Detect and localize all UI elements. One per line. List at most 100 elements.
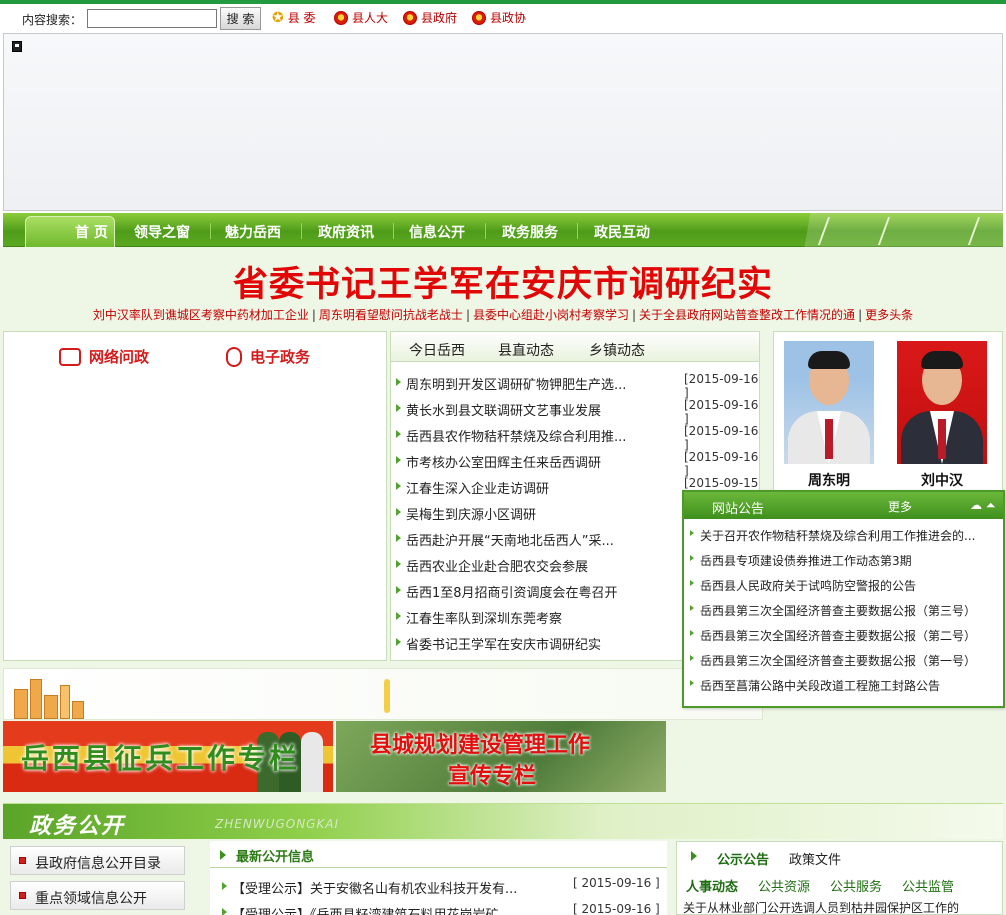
news-item-date: [2015-09-16 ] <box>684 372 759 400</box>
more-headlines-link[interactable]: 更多头条 <box>865 308 913 322</box>
tab-county-departments[interactable]: 县直动态 <box>498 340 554 360</box>
building-illustration <box>72 701 84 719</box>
notice-item-title: 关于召开农作物秸秆禁烧及综合利用工作推进会的... <box>700 529 976 543</box>
news-item[interactable]: 岳西县农作物秸秆禁烧及综合利用推... [2015-09-16 ] <box>391 424 759 452</box>
leader-name[interactable]: 周东明 <box>784 470 874 490</box>
link-county-cppcc-label: 县政协 <box>490 11 527 25</box>
tab-personnel[interactable]: 人事动态 <box>686 876 738 895</box>
sub-headline-link[interactable]: 周东明看望慰问抗战老战士 <box>319 308 463 322</box>
nav-charm-yuexi[interactable]: 魅力岳西 <box>225 222 281 242</box>
urban-planning-banner[interactable]: 县城规划建设管理工作 宣传专栏 <box>336 721 666 792</box>
announcements-panel: 公示公告 政策文件 人事动态 公共资源 公共服务 公共监管 关于从林业部门公开选… <box>676 841 1003 915</box>
arrow-bullet-icon <box>690 555 694 561</box>
arrow-bullet-icon <box>690 580 694 586</box>
leader-photo[interactable] <box>784 341 874 464</box>
search-button[interactable]: 搜 索 <box>220 7 261 30</box>
sub-headline-link[interactable]: 关于全县政府网站普查整改工作情况的通 <box>639 308 855 322</box>
news-item-title: 江春生深入企业走访调研 <box>406 482 550 497</box>
nav-gov-services[interactable]: 政务服务 <box>502 222 558 242</box>
main-nav: 首 页 领导之窗 魅力岳西 政府资讯 信息公开 政务服务 政民互动 <box>3 213 1003 247</box>
list-item[interactable]: 【受理公示】《岳西县籽湾建筑石料用花岗岩矿... [ 2015-09-16 ] <box>210 902 667 915</box>
online-inquiry-link[interactable]: 网络问政 <box>59 346 149 367</box>
arrow-bullet-icon <box>396 586 401 594</box>
tab-policy-documents[interactable]: 政策文件 <box>789 849 841 868</box>
link-county-government[interactable]: 县政府 <box>403 9 457 26</box>
nav-divider <box>210 223 211 239</box>
cloud-icon: ☁ ⏶ <box>970 498 996 512</box>
news-item[interactable]: 黄长水到县文联调研文艺事业发展 [2015-09-16 ] <box>391 398 759 426</box>
tab-public-resources[interactable]: 公共资源 <box>758 876 810 895</box>
e-government-link[interactable]: 电子政务 <box>226 346 310 367</box>
tab-public-notices[interactable]: 公示公告 <box>717 849 769 868</box>
news-item-title: 蒋泽球到岳西指导渔业生产工作 <box>406 660 651 661</box>
nav-divider <box>485 223 486 239</box>
nav-info-disclosure[interactable]: 信息公开 <box>409 222 465 242</box>
notice-item[interactable]: 岳西县人民政府关于试鸣防空警报的公告 <box>684 574 1003 599</box>
sub-headline-link[interactable]: 刘中汉率队到谯城区考察中药材加工企业 <box>93 308 309 322</box>
online-inquiry-label: 网络问政 <box>89 348 150 366</box>
tab-today-yuexi[interactable]: 今日岳西 <box>409 340 465 360</box>
tab-township-news[interactable]: 乡镇动态 <box>589 340 645 360</box>
announcement-item[interactable]: 关于从林业部门公开选调人员到枯井园保护区工作的 <box>683 899 998 915</box>
arrow-bullet-icon <box>396 404 401 412</box>
pinwheel-icon <box>366 675 406 715</box>
nav-home[interactable]: 首 页 <box>75 222 108 242</box>
arrow-bullet-icon <box>396 638 401 646</box>
arrow-bullet-icon <box>690 680 694 686</box>
e-government-label: 电子政务 <box>250 348 311 366</box>
notice-more-link[interactable]: 更多 <box>888 498 912 515</box>
play-arrow-icon <box>220 850 226 860</box>
building-illustration <box>14 689 28 719</box>
news-item-title: 黄长水到县文联调研文艺事业发展 <box>406 404 602 419</box>
link-county-committee-label: 县 委 <box>287 11 316 25</box>
nav-interaction[interactable]: 政民互动 <box>594 222 650 242</box>
notice-item[interactable]: 岳西县第三次全国经济普查主要数据公报（第二号） <box>684 624 1003 649</box>
news-item-title: 岳西1至8月招商引资调度会在粤召开 <box>406 586 618 601</box>
sub-headline-link[interactable]: 县委中心组赴小岗村考察学习 <box>473 308 629 322</box>
tab-public-supervision[interactable]: 公共监管 <box>902 876 954 895</box>
photo-tie <box>938 419 946 459</box>
arrow-bullet-icon <box>396 456 401 464</box>
link-county-government-label: 县政府 <box>421 11 458 25</box>
cppcc-emblem-icon <box>472 10 486 25</box>
notice-item[interactable]: 岳西至菖蒲公路中关段改道工程施工封路公告 <box>684 674 1003 699</box>
national-emblem-icon <box>334 10 348 25</box>
leader-photo[interactable] <box>897 341 987 464</box>
tab-public-services[interactable]: 公共服务 <box>830 876 882 895</box>
link-county-congress-label: 县人大 <box>352 11 389 25</box>
arrow-bullet-icon <box>396 508 401 516</box>
notice-item[interactable]: 关于召开农作物秸秆禁烧及综合利用工作推进会的... <box>684 524 1003 549</box>
news-item[interactable]: 周东明到开发区调研矿物钾肥生产选... [2015-09-16 ] <box>391 372 759 400</box>
decoration-strip <box>3 668 763 720</box>
notice-item-title: 岳西至菖蒲公路中关段改道工程施工封路公告 <box>700 679 941 693</box>
list-item[interactable]: 【受理公示】关于安徽名山有机农业科技开发有... [ 2015-09-16 ] <box>210 876 667 900</box>
key-areas-label: 重点领域信息公开 <box>35 891 147 907</box>
arrow-bullet-icon <box>690 605 694 611</box>
link-county-congress[interactable]: 县人大 <box>334 9 388 26</box>
gov-affairs-pinyin: ZHENWUGONGKAI <box>215 817 340 831</box>
site-notice-panel: 网站公告 更多 ☁ ⏶ 关于召开农作物秸秆禁烧及综合利用工作推进会的... 岳西县… <box>682 490 1005 708</box>
key-areas-button[interactable]: 重点领域信息公开 <box>10 881 185 910</box>
link-county-cppcc[interactable]: 县政协 <box>472 9 526 26</box>
plugin-placeholder-icon <box>12 41 22 52</box>
nav-gov-news[interactable]: 政府资讯 <box>318 222 374 242</box>
arrow-bullet-icon <box>396 378 401 386</box>
list-item-title: 【受理公示】关于安徽名山有机农业科技开发有... <box>232 882 518 897</box>
notice-item[interactable]: 岳西县专项建设债券推进工作动态第3期 <box>684 549 1003 574</box>
news-item-title: 周东明到开发区调研矿物钾肥生产选... <box>406 378 627 393</box>
notice-item[interactable]: 岳西县第三次全国经济普查主要数据公报（第三号） <box>684 599 1003 624</box>
headline[interactable]: 省委书记王学军在安庆市调研纪实 <box>0 256 1006 307</box>
conscription-banner[interactable]: 岳西县征兵工作专栏 <box>3 721 333 792</box>
soldier-illustration <box>301 732 323 792</box>
link-county-committee[interactable]: ✪ 县 委 <box>272 9 316 26</box>
building-illustration <box>60 685 70 719</box>
list-item-date: [ 2015-09-16 ] <box>573 876 660 890</box>
leader-name[interactable]: 刘中汉 <box>897 470 987 490</box>
search-input[interactable] <box>87 9 217 28</box>
news-item[interactable]: 市考核办公室田辉主任来岳西调研 [2015-09-16 ] <box>391 450 759 478</box>
arrow-bullet-icon <box>396 482 401 490</box>
star-icon: ✪ <box>272 9 284 26</box>
info-catalog-button[interactable]: 县政府信息公开目录 <box>10 846 185 875</box>
nav-leaders[interactable]: 领导之窗 <box>134 222 190 242</box>
notice-item[interactable]: 岳西县第三次全国经济普查主要数据公报（第一号） <box>684 649 1003 674</box>
